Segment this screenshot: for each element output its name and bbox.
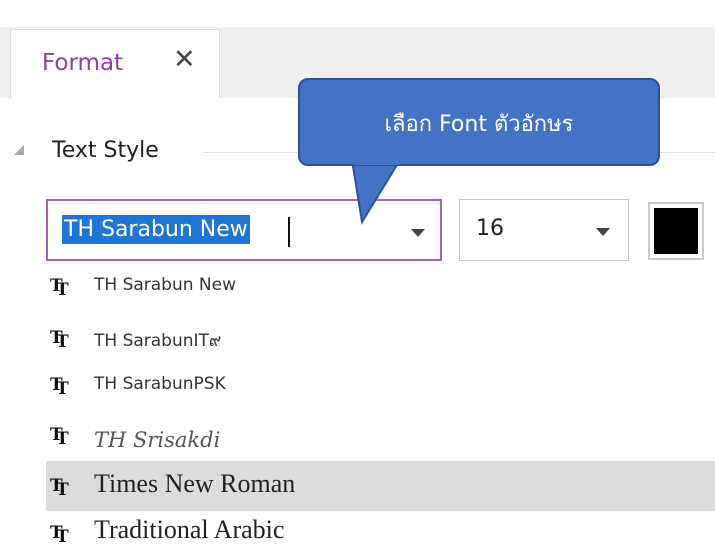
truetype-font-icon: TT [50,425,69,449]
font-color-button[interactable] [648,202,704,260]
annotation-callout: เลือก Font ตัวอักษร [298,78,660,166]
font-option-label: TH SarabunPSK [94,374,226,394]
truetype-font-icon: TT [50,276,69,300]
font-option-label: Traditional Arabic [94,515,285,544]
font-option-label: TH Sarabun New [94,275,237,295]
font-family-select[interactable]: TH Sarabun New [46,199,442,261]
font-family-dropdown-list: TT TH Sarabun New TT TH SarabunIT๙ TT TH… [46,261,715,549]
font-size-value[interactable]: 16 [476,216,504,241]
text-caret [288,217,290,247]
font-option-th-sarabunit9[interactable]: TT TH SarabunIT๙ [46,313,715,363]
font-option-th-sarabun-new[interactable]: TT TH Sarabun New [46,261,715,311]
truetype-font-icon: TT [50,523,69,547]
chevron-down-icon[interactable] [411,229,425,237]
font-option-label: TH SarabunIT๙ [94,331,222,351]
tab-format[interactable]: Format ✕ [10,29,220,99]
truetype-font-icon: TT [50,476,69,500]
chevron-down-icon[interactable] [596,228,610,236]
window-top-strip [0,0,715,27]
font-option-traditional-arabic[interactable]: TT Traditional Arabic [46,511,715,549]
close-icon[interactable]: ✕ [173,44,196,75]
font-color-swatch [654,208,698,254]
font-option-label: Times New Roman [94,469,296,498]
callout-text: เลือก Font ตัวอักษร [384,112,574,137]
font-option-label: TH Srisakdi [94,428,221,452]
tab-format-label: Format [42,50,124,76]
font-option-times-new-roman[interactable]: TT Times New Roman [46,461,715,511]
truetype-font-icon: TT [50,375,69,399]
collapse-triangle-icon[interactable] [14,145,24,155]
font-size-select[interactable]: 16 [459,199,629,261]
font-option-th-srisakdi[interactable]: TT TH Srisakdi [46,412,715,462]
font-family-value[interactable]: TH Sarabun New [62,215,250,244]
truetype-font-icon: TT [50,328,69,352]
section-title: Text Style [52,138,159,163]
font-option-th-sarabunpsk[interactable]: TT TH SarabunPSK [46,360,715,410]
